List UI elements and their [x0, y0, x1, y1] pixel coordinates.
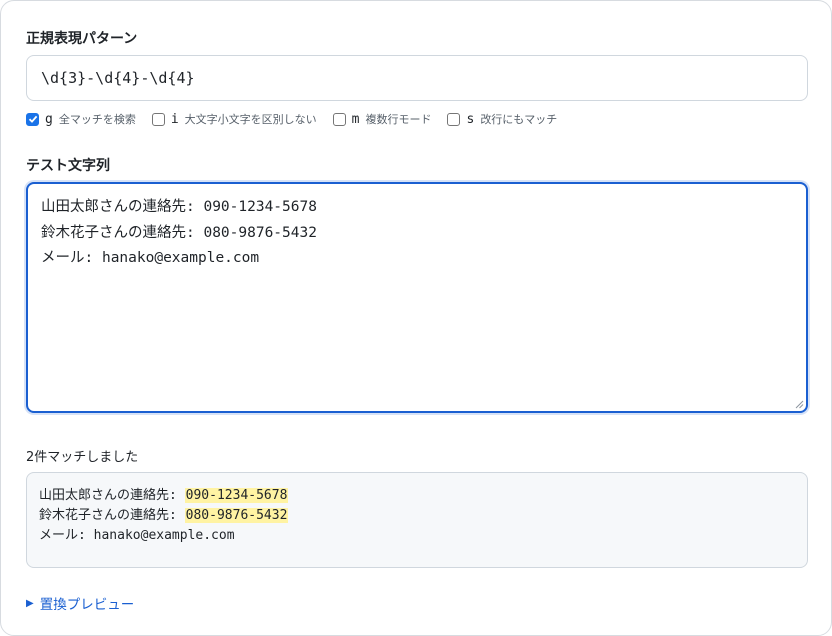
- regex-pattern-value: \d{3}-\d{4}-\d{4}: [41, 69, 195, 87]
- flag-i-checkbox[interactable]: [151, 112, 165, 126]
- result-line: 鈴木花子さんの連絡先: 080-9876-5432: [39, 506, 795, 526]
- replace-preview-label: 置換プレビュー: [39, 597, 135, 613]
- regex-tester-card: 正規表現パターン \d{3}-\d{4}-\d{4} g 全マッチを検索 i 大…: [0, 0, 832, 636]
- result-line: メール: hanako@example.com: [39, 526, 795, 546]
- flag-m-letter: m: [351, 111, 360, 127]
- flag-g[interactable]: g 全マッチを検索: [26, 111, 136, 127]
- match-count: 2件マッチしました: [26, 450, 139, 465]
- test-string-label: テスト文字列: [26, 158, 110, 174]
- test-line: 山田太郎さんの連絡先: 090-1234-5678: [41, 199, 317, 215]
- resize-handle-icon[interactable]: [794, 399, 804, 409]
- match-highlight: 080-9876-5432: [184, 508, 289, 523]
- flag-g-letter: g: [45, 111, 53, 127]
- regex-pattern-input[interactable]: \d{3}-\d{4}-\d{4}: [26, 55, 808, 101]
- flag-options: g 全マッチを検索 i 大文字小文字を区別しない m 複数行モード s 改行にも…: [26, 110, 573, 128]
- test-string-textarea[interactable]: 山田太郎さんの連絡先: 090-1234-5678 鈴木花子さんの連絡先: 08…: [26, 182, 808, 413]
- replace-preview-toggle[interactable]: ▶ 置換プレビュー: [26, 593, 134, 613]
- flag-s-letter: s: [466, 111, 475, 127]
- flag-m-description: 複数行モード: [365, 113, 432, 126]
- match-highlight: 090-1234-5678: [184, 488, 289, 503]
- test-line: メール: hanako@example.com: [41, 250, 260, 266]
- result-line-text: メール: hanako@example.com: [39, 528, 235, 543]
- triangle-right-icon: ▶: [26, 597, 34, 609]
- flag-i[interactable]: i 大文字小文字を区別しない: [151, 111, 317, 127]
- flag-g-checkbox[interactable]: [26, 112, 39, 126]
- flag-i-description: 大文字小文字を区別しない: [184, 113, 317, 126]
- regex-pattern-label: 正規表現パターン: [26, 31, 138, 47]
- result-line-text: 山田太郎さんの連絡先:: [39, 488, 185, 503]
- match-result-panel: 山田太郎さんの連絡先: 090-1234-5678 鈴木花子さんの連絡先: 08…: [26, 472, 808, 568]
- check-icon: [28, 115, 37, 123]
- result-line: 山田太郎さんの連絡先: 090-1234-5678: [39, 486, 795, 506]
- flag-s-checkbox[interactable]: [447, 112, 461, 126]
- flag-i-letter: i: [170, 111, 179, 127]
- test-line: 鈴木花子さんの連絡先: 080-9876-5432: [41, 224, 317, 241]
- result-line-text: 鈴木花子さんの連絡先:: [39, 508, 185, 523]
- flag-g-description: 全マッチを検索: [58, 113, 136, 126]
- flag-s-description: 改行にもマッチ: [480, 113, 558, 126]
- flag-m-checkbox[interactable]: [332, 112, 346, 126]
- flag-s[interactable]: s 改行にもマッチ: [447, 111, 557, 127]
- flag-m[interactable]: m 複数行モード: [332, 111, 432, 127]
